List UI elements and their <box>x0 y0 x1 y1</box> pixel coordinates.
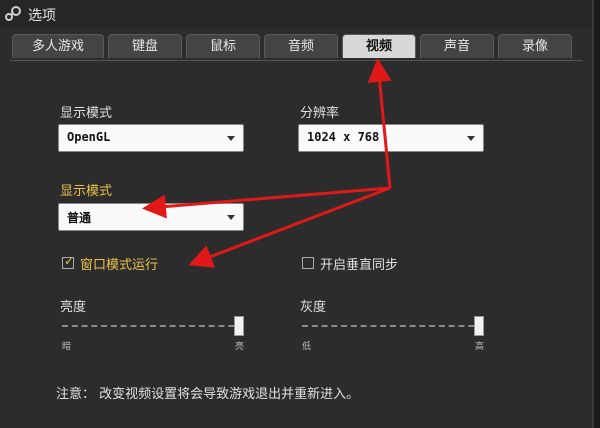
gamma-slider[interactable] <box>302 316 484 336</box>
tab-audio[interactable]: 音频 <box>264 34 338 58</box>
windowed-checkbox[interactable]: ✓ <box>62 254 75 269</box>
brightness-min-label: 暗 <box>62 342 72 352</box>
options-dialog: 选项 多人游戏 键盘 鼠标 音频 视频 声音 录像 显示模式 OpenGL 分辨… <box>0 0 594 428</box>
resolution-label: 分辨率 <box>300 106 340 121</box>
chevron-down-icon <box>467 136 475 141</box>
display-mode-value: OpenGL <box>67 130 111 144</box>
gamma-min-label: 低 <box>302 342 312 352</box>
gamma-max-label: 高 <box>475 342 485 352</box>
vsync-label: 开启垂直同步 <box>320 258 399 273</box>
checkmark-icon: ✓ <box>64 254 75 268</box>
display-mode-2-value: 普通 <box>67 211 92 225</box>
display-mode-2-select[interactable]: 普通 <box>58 203 244 231</box>
gamma-label: 灰度 <box>300 300 327 315</box>
slider-thumb[interactable] <box>234 316 244 336</box>
tab-video[interactable]: 视频 <box>342 34 416 58</box>
steam-logo-icon <box>5 6 21 21</box>
windowed-label: 窗口模式运行 <box>80 258 159 273</box>
vsync-checkbox[interactable] <box>302 257 314 269</box>
brightness-label: 亮度 <box>60 300 87 315</box>
resolution-value: 1024 x 768 <box>307 130 380 144</box>
display-mode-select[interactable]: OpenGL <box>58 124 244 152</box>
display-mode-label: 显示模式 <box>60 106 113 121</box>
chevron-down-icon <box>227 215 235 220</box>
tab-mouse[interactable]: 鼠标 <box>186 34 260 58</box>
video-settings-note: 注意： 改变视频设置将会导致游戏退出并重新进入。 <box>56 387 360 402</box>
brightness-slider[interactable] <box>62 316 244 336</box>
window-title: 选项 <box>28 8 56 24</box>
tab-keyboard[interactable]: 键盘 <box>108 34 182 58</box>
tab-voice[interactable]: 声音 <box>420 34 494 58</box>
brightness-max-label: 亮 <box>235 342 245 352</box>
slider-track <box>62 325 244 327</box>
tab-multiplayer[interactable]: 多人游戏 <box>12 34 104 58</box>
tab-demo[interactable]: 录像 <box>498 34 572 58</box>
display-mode-2-label: 显示模式 <box>60 184 113 199</box>
chevron-down-icon <box>227 136 235 141</box>
slider-thumb[interactable] <box>474 316 484 336</box>
title-bar[interactable]: 选项 <box>0 0 592 28</box>
resolution-select[interactable]: 1024 x 768 <box>298 124 484 152</box>
slider-track <box>302 325 484 327</box>
tab-bar: 多人游戏 键盘 鼠标 音频 视频 声音 录像 <box>12 34 572 60</box>
